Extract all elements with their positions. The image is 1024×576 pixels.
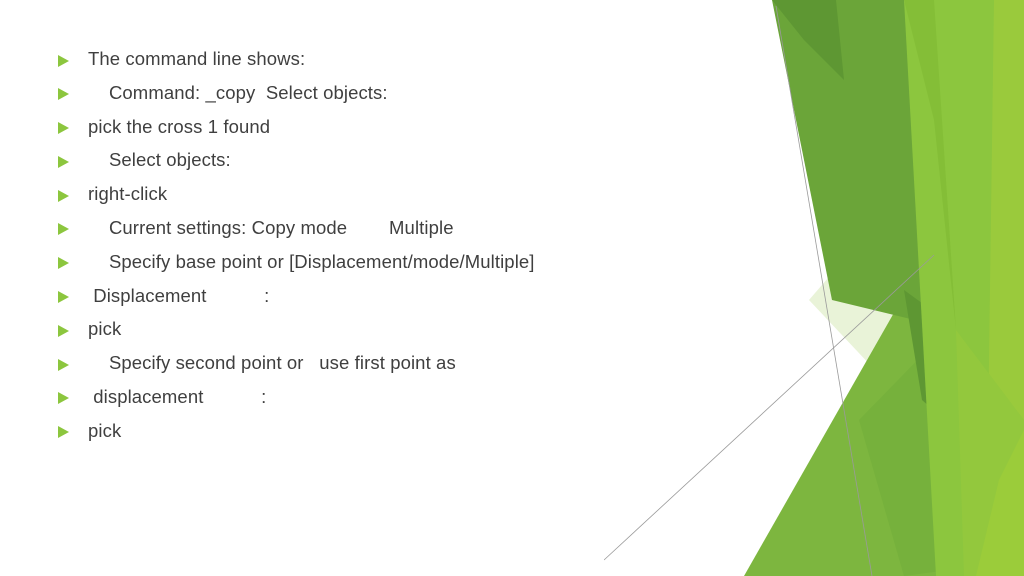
facet-shape-pale-1 — [824, 300, 934, 576]
bullet-arrow-icon — [58, 382, 88, 411]
list-item: pick — [58, 314, 658, 348]
bullet-arrow-icon — [58, 44, 88, 73]
list-item: Select objects: — [58, 145, 658, 179]
facet-shape-bright-3 — [904, 0, 956, 330]
facet-shape-bright-5 — [976, 430, 1024, 576]
list-item-label: pick — [88, 419, 122, 441]
facet-decoration — [604, 0, 1024, 576]
slide-canvas: The command line shows: Command: _copy S… — [0, 0, 1024, 576]
list-item-label: pick the cross 1 found — [88, 115, 271, 137]
facet-shape-dark-2 — [772, 0, 844, 80]
list-item: Current settings: Copy mode Multiple — [58, 213, 658, 247]
list-item-label: right-click — [88, 183, 168, 205]
facet-shape-mid-2 — [859, 300, 1024, 576]
list-item: displacement : — [58, 382, 658, 416]
list-item: Command: _copy Select objects: — [58, 78, 658, 112]
list-item-label: displacement : — [88, 385, 267, 407]
facet-shape-pale-3 — [809, 190, 922, 420]
list-item-label: Current settings: Copy mode Multiple — [88, 216, 454, 238]
facet-shape-mid-1 — [744, 260, 1024, 576]
list-item: Displacement : — [58, 281, 658, 315]
bullet-arrow-icon — [58, 145, 88, 174]
bullet-arrow-icon — [58, 281, 88, 310]
facet-shape-light-1 — [904, 120, 976, 576]
list-item: pick — [58, 416, 658, 450]
list-item-label: Command: _copy Select objects: — [88, 81, 388, 103]
facet-shape-bright-1 — [904, 0, 1024, 576]
list-item: pick the cross 1 found — [58, 112, 658, 146]
facet-shape-bright-2 — [986, 0, 1024, 576]
facet-shape-pale-2 — [854, 210, 964, 576]
list-item: The command line shows: — [58, 44, 658, 78]
list-item-label: pick — [88, 318, 122, 340]
facet-shape-dark-1 — [772, 0, 956, 330]
bullet-arrow-icon — [58, 314, 88, 343]
bullet-arrow-icon — [58, 78, 88, 107]
bullet-list: The command line shows: Command: _copy S… — [58, 44, 658, 450]
list-item-label: Displacement : — [88, 284, 270, 306]
facet-shape-bright-4 — [956, 330, 1024, 576]
bullet-arrow-icon — [58, 179, 88, 208]
list-item-label: The command line shows: — [88, 48, 306, 69]
bullet-arrow-icon — [58, 112, 88, 141]
list-item: Specify base point or [Displacement/mode… — [58, 247, 658, 281]
list-item: right-click — [58, 179, 658, 213]
facet-shape-dark-3 — [904, 0, 956, 330]
bullet-arrow-icon — [58, 416, 88, 445]
bullet-arrow-icon — [58, 247, 88, 276]
list-item-label: Specify second point or use first point … — [88, 352, 456, 374]
bullet-arrow-icon — [58, 213, 88, 242]
hairline-diagonal-1 — [775, 5, 873, 576]
list-item-label: Select objects: — [88, 149, 231, 171]
facet-shape-dark-4 — [904, 290, 959, 430]
list-item-label: Specify base point or [Displacement/mode… — [88, 250, 535, 272]
bullet-arrow-icon — [58, 348, 88, 377]
list-item: Specify second point or use first point … — [58, 348, 658, 382]
